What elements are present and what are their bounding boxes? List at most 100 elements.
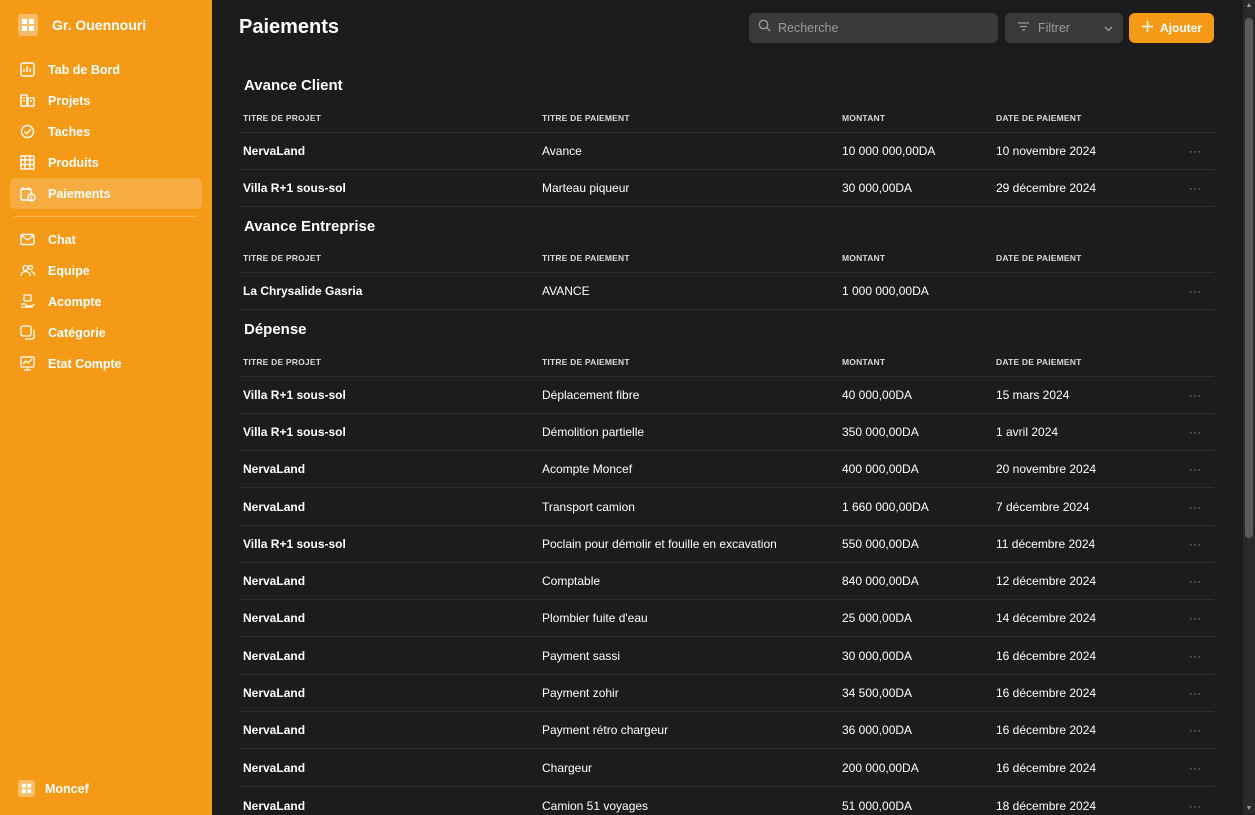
table-row[interactable]: Villa R+1 sous-sol Déplacement fibre 40 … bbox=[239, 377, 1214, 414]
cell-projet: NervaLand bbox=[243, 723, 306, 737]
row-menu-icon[interactable]: ··· bbox=[1189, 133, 1201, 169]
cell-date: 1 avril 2024 bbox=[996, 425, 1059, 439]
sidebar-item-tab-de-bord[interactable]: Tab de Bord bbox=[10, 54, 202, 85]
table-header: TITRE DE PROJET TITRE DE PAIEMENT MONTAN… bbox=[239, 243, 1214, 273]
cell-paiement: Transport camion bbox=[542, 500, 635, 514]
cell-paiement: Avance bbox=[542, 144, 582, 158]
sidebar-item-chat[interactable]: Chat bbox=[10, 224, 202, 255]
cell-montant: 1 000 000,00DA bbox=[842, 284, 929, 298]
section-title-depense: Dépense bbox=[244, 321, 307, 338]
table-row[interactable]: NervaLand Camion 51 voyages 51 000,00DA … bbox=[239, 787, 1214, 815]
row-menu-icon[interactable]: ··· bbox=[1189, 563, 1201, 599]
row-menu-icon[interactable]: ··· bbox=[1189, 273, 1201, 309]
brand[interactable]: Gr. Ouennouri bbox=[18, 14, 146, 36]
cell-projet: NervaLand bbox=[243, 611, 306, 625]
cell-paiement: Payment sassi bbox=[542, 649, 621, 663]
cell-montant: 550 000,00DA bbox=[842, 537, 919, 551]
filter-label: Filtrer bbox=[1038, 21, 1070, 35]
table-row[interactable]: NervaLand Transport camion 1 660 000,00D… bbox=[239, 489, 1214, 526]
row-menu-icon[interactable]: ··· bbox=[1189, 600, 1201, 636]
search-box[interactable] bbox=[749, 13, 998, 43]
cell-projet: NervaLand bbox=[243, 144, 306, 158]
row-menu-icon[interactable]: ··· bbox=[1189, 675, 1201, 711]
cell-montant: 10 000 000,00DA bbox=[842, 144, 936, 158]
sidebar-item-etat-compte[interactable]: Etat Compte bbox=[10, 348, 202, 379]
add-button[interactable]: Ajouter bbox=[1129, 13, 1214, 43]
sidebar-item-label: Chat bbox=[48, 232, 76, 247]
row-menu-icon[interactable]: ··· bbox=[1189, 170, 1201, 206]
column-header-date: DATE DE PAIEMENT bbox=[996, 356, 1082, 367]
cell-montant: 30 000,00DA bbox=[842, 181, 913, 195]
sidebar-item-label: Acompte bbox=[48, 294, 102, 309]
row-menu-icon[interactable]: ··· bbox=[1189, 638, 1201, 674]
table-row[interactable]: Villa R+1 sous-sol Marteau piqueur 30 00… bbox=[239, 170, 1214, 207]
team-icon bbox=[19, 262, 36, 279]
scroll-up-icon[interactable]: ▲ bbox=[1245, 2, 1253, 10]
table-row[interactable]: NervaLand Chargeur 200 000,00DA 16 décem… bbox=[239, 750, 1214, 787]
main-content: Paiements Filtrer Ajouter Avance Client … bbox=[212, 0, 1243, 815]
filter-dropdown[interactable]: Filtrer bbox=[1005, 13, 1123, 43]
table-row[interactable]: NervaLand Avance 10 000 000,00DA 10 nove… bbox=[239, 133, 1214, 170]
cell-paiement: AVANCE bbox=[542, 284, 590, 298]
table-row[interactable]: NervaLand Payment rétro chargeur 36 000,… bbox=[239, 712, 1214, 749]
cell-montant: 30 000,00DA bbox=[842, 649, 913, 663]
cell-montant: 34 500,00DA bbox=[842, 686, 913, 700]
scroll-down-icon[interactable]: ▼ bbox=[1245, 805, 1253, 813]
row-menu-icon[interactable]: ··· bbox=[1189, 712, 1201, 748]
check-circle-icon bbox=[19, 123, 36, 140]
table-row[interactable]: NervaLand Payment sassi 30 000,00DA 16 d… bbox=[239, 638, 1214, 675]
cell-paiement: Acompte Moncef bbox=[542, 462, 633, 476]
table-row[interactable]: NervaLand Acompte Moncef 400 000,00DA 20… bbox=[239, 451, 1214, 488]
sidebar-item-categorie[interactable]: Catégorie bbox=[10, 317, 202, 348]
row-menu-icon[interactable]: ··· bbox=[1189, 414, 1201, 450]
table-row[interactable]: NervaLand Payment zohir 34 500,00DA 16 d… bbox=[239, 675, 1214, 712]
avatar bbox=[18, 780, 35, 797]
search-input[interactable] bbox=[778, 21, 978, 35]
sidebar-item-produits[interactable]: Produits bbox=[10, 147, 202, 178]
row-menu-icon[interactable]: ··· bbox=[1189, 787, 1201, 815]
column-header-paiement: TITRE DE PAIEMENT bbox=[542, 112, 630, 123]
cell-projet: Villa R+1 sous-sol bbox=[243, 388, 346, 402]
sidebar-item-taches[interactable]: Taches bbox=[10, 116, 202, 147]
sidebar-item-paiements[interactable]: $ Paiements bbox=[10, 178, 202, 209]
table-header: TITRE DE PROJET TITRE DE PAIEMENT MONTAN… bbox=[239, 103, 1214, 133]
row-menu-icon[interactable]: ··· bbox=[1189, 526, 1201, 562]
cell-date: 11 décembre 2024 bbox=[996, 537, 1096, 551]
table-row[interactable]: NervaLand Comptable 840 000,00DA 12 déce… bbox=[239, 563, 1214, 600]
sidebar-item-equipe[interactable]: Equipe bbox=[10, 255, 202, 286]
sidebar-item-projets[interactable]: Projets bbox=[10, 85, 202, 116]
vertical-scrollbar[interactable]: ▲ ▼ bbox=[1243, 0, 1255, 815]
projects-icon bbox=[19, 92, 36, 109]
table-row[interactable]: Villa R+1 sous-sol Poclain pour démolir … bbox=[239, 526, 1214, 563]
row-menu-icon[interactable]: ··· bbox=[1189, 489, 1201, 525]
sidebar-item-label: Equipe bbox=[48, 263, 90, 278]
table-row[interactable]: NervaLand Plombier fuite d'eau 25 000,00… bbox=[239, 600, 1214, 637]
cell-projet: Villa R+1 sous-sol bbox=[243, 537, 346, 551]
cell-projet: NervaLand bbox=[243, 574, 306, 588]
sidebar-item-acompte[interactable]: Acompte bbox=[10, 286, 202, 317]
cell-montant: 51 000,00DA bbox=[842, 798, 913, 813]
cell-montant: 400 000,00DA bbox=[842, 462, 919, 476]
column-header-date: DATE DE PAIEMENT bbox=[996, 252, 1082, 263]
table-row[interactable]: Villa R+1 sous-sol Démolition partielle … bbox=[239, 414, 1214, 451]
cell-projet: Villa R+1 sous-sol bbox=[243, 425, 346, 439]
table-header: TITRE DE PROJET TITRE DE PAIEMENT MONTAN… bbox=[239, 347, 1214, 377]
cell-montant: 36 000,00DA bbox=[842, 723, 913, 737]
row-menu-icon[interactable]: ··· bbox=[1189, 377, 1201, 413]
cell-paiement: Comptable bbox=[542, 574, 601, 588]
cell-date: 29 décembre 2024 bbox=[996, 181, 1097, 195]
column-header-projet: TITRE DE PROJET bbox=[243, 252, 322, 263]
chat-icon bbox=[19, 231, 36, 248]
cell-date: 14 décembre 2024 bbox=[996, 611, 1097, 625]
user-profile[interactable]: Moncef bbox=[18, 780, 89, 797]
row-menu-icon[interactable]: ··· bbox=[1189, 451, 1201, 487]
cell-projet: NervaLand bbox=[243, 686, 306, 700]
section-title-avance-client: Avance Client bbox=[244, 77, 343, 94]
cell-paiement: Plombier fuite d'eau bbox=[542, 611, 648, 625]
brand-logo-icon bbox=[18, 14, 38, 36]
row-menu-icon[interactable]: ··· bbox=[1189, 750, 1201, 786]
products-icon bbox=[19, 154, 36, 171]
table-row[interactable]: La Chrysalide Gasria AVANCE 1 000 000,00… bbox=[239, 273, 1214, 310]
sidebar-nav: Tab de Bord Projets Taches Produits $ Pa… bbox=[10, 54, 202, 379]
scrollbar-thumb[interactable] bbox=[1245, 18, 1253, 538]
